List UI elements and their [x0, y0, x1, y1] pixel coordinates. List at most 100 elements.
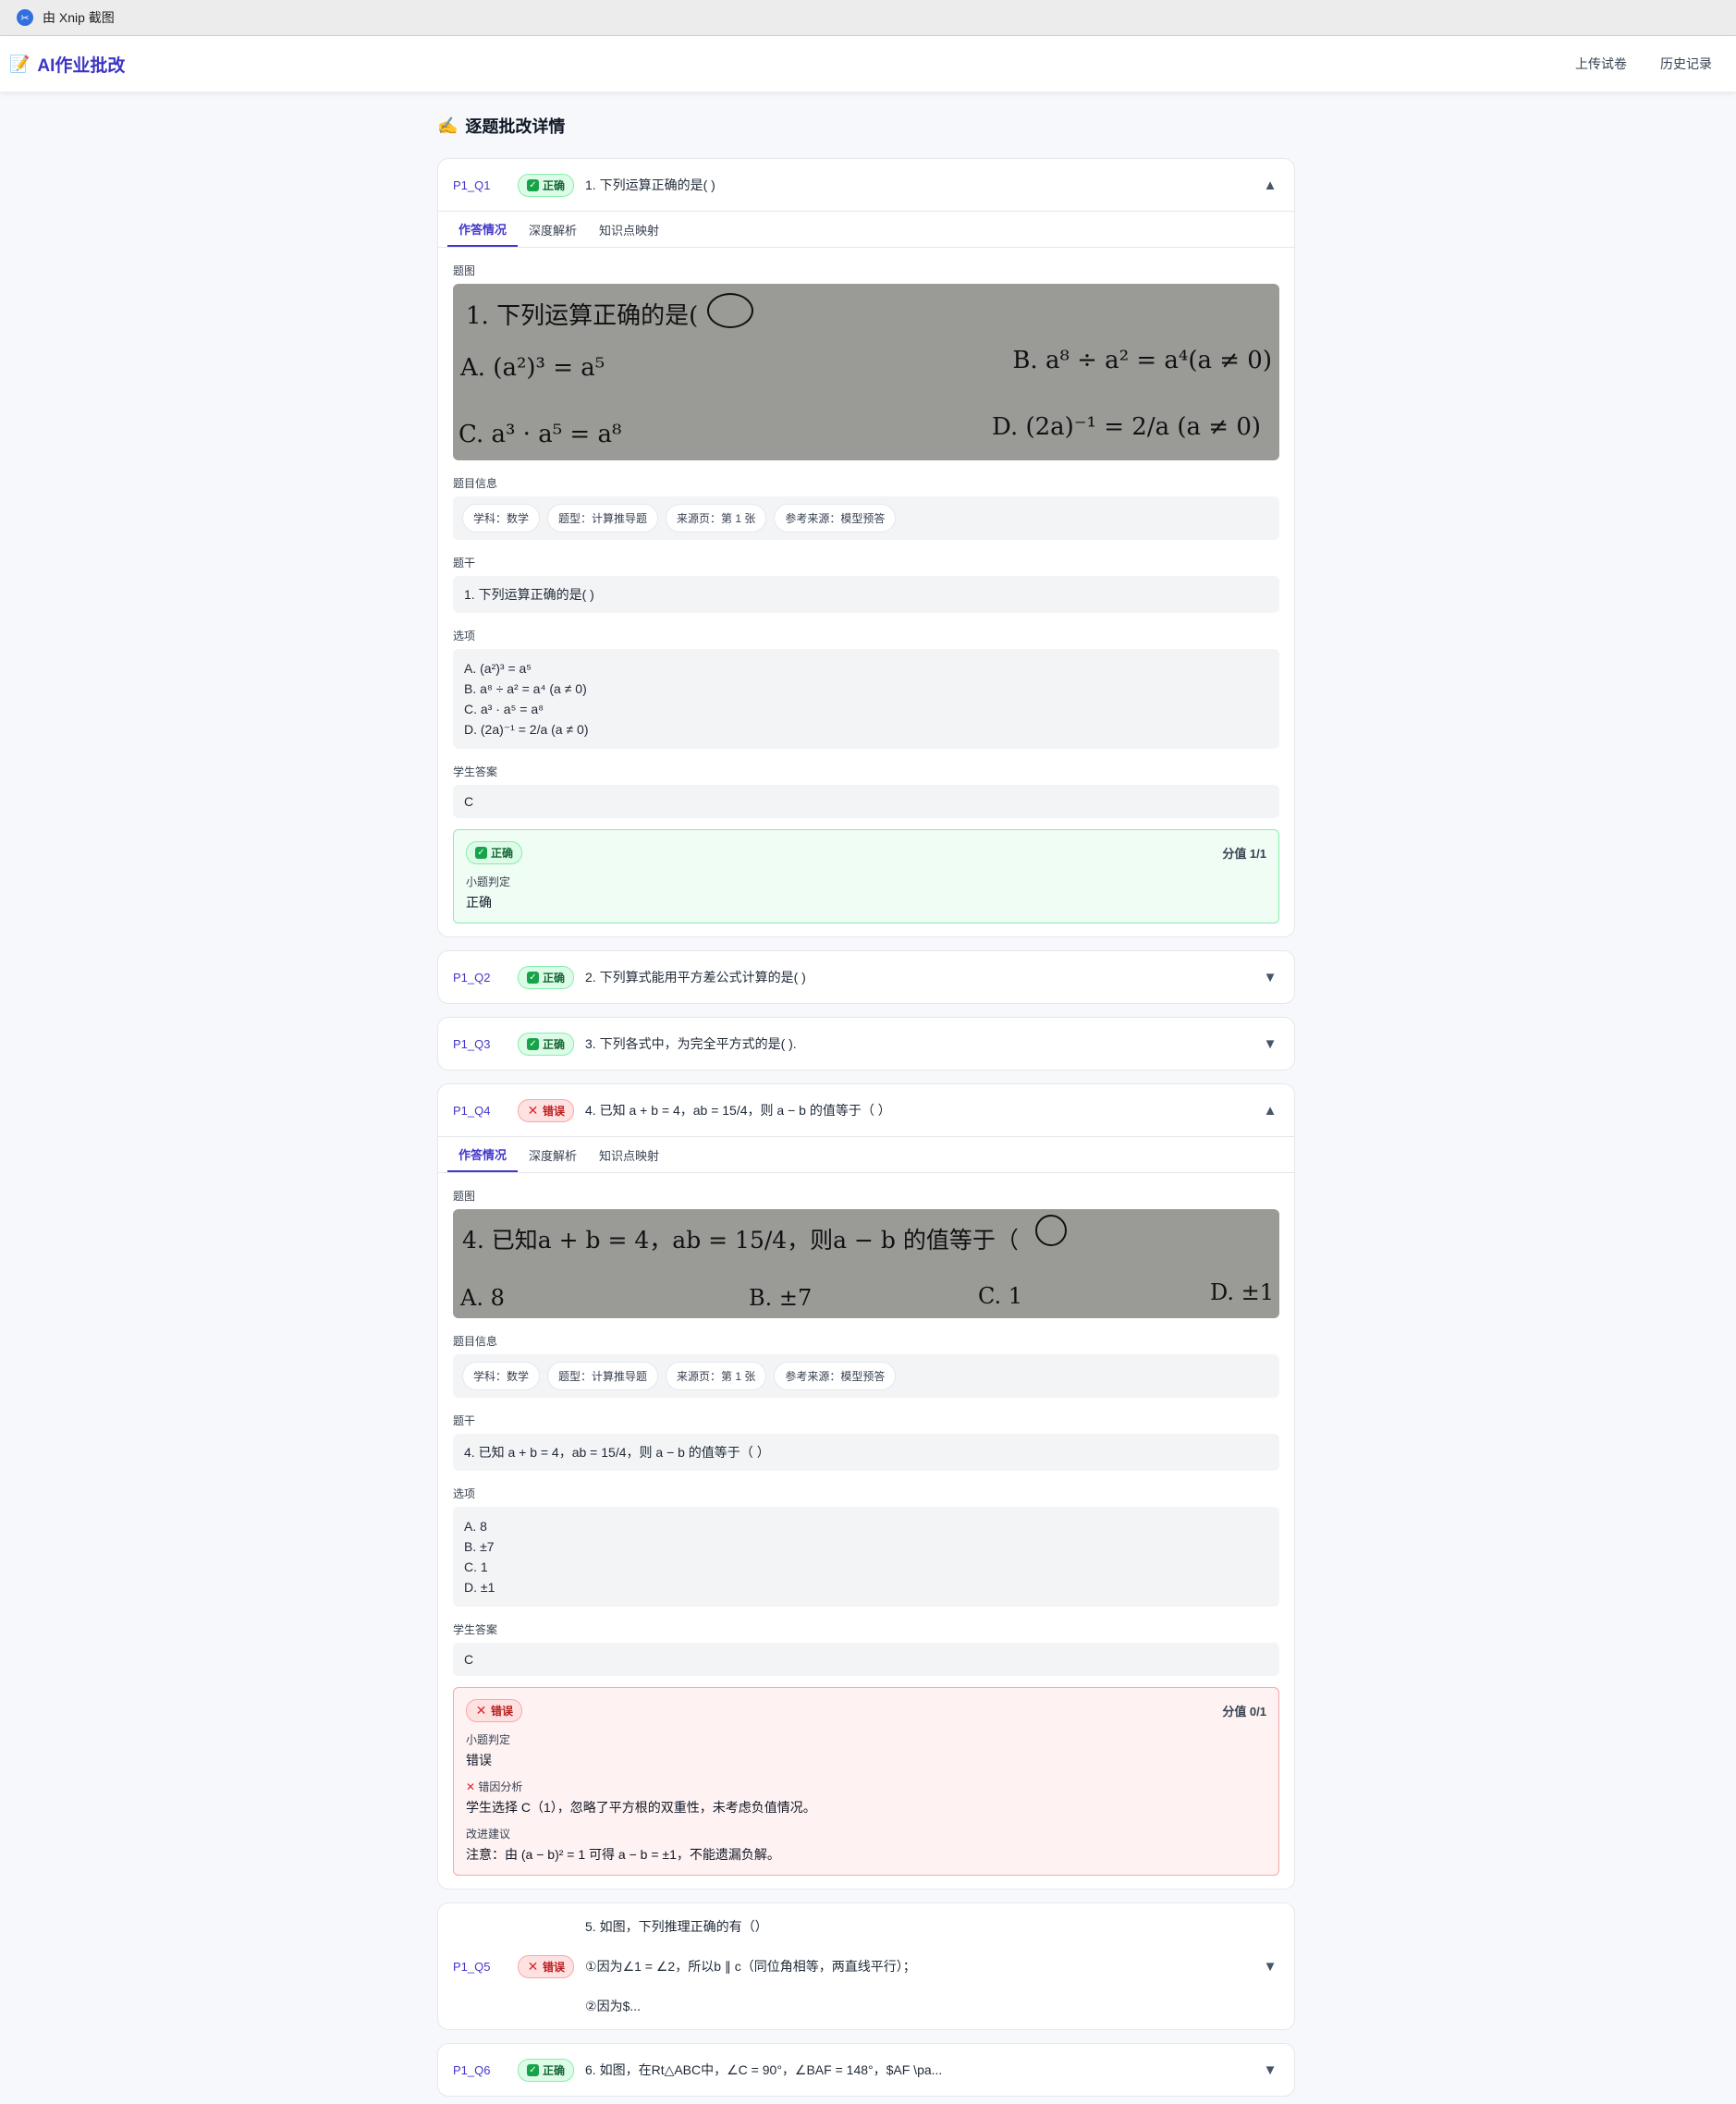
cross-icon: ✕	[527, 1102, 539, 1118]
info-source: 参考来源：模型预答	[774, 504, 897, 532]
question-stem: 1. 下列运算正确的是( )	[453, 576, 1279, 613]
status-badge: ✕ 错误	[518, 1098, 575, 1122]
question-info: 学科：数学 题型：计算推导题 来源页：第 1 张 参考来源：模型预答	[453, 496, 1279, 540]
tab-answer[interactable]: 作答情况	[447, 212, 519, 247]
scan-option-d: D. ±1	[1209, 1279, 1274, 1305]
status-badge: ✓ 正确	[518, 965, 575, 989]
info-subject: 学科：数学	[462, 504, 541, 532]
question-header[interactable]: P1_Q4 ✕ 错误 4. 已知 a + b = 4，ab = 15/4，则 a …	[438, 1084, 1294, 1136]
cross-icon: ✕	[475, 1703, 487, 1718]
nav-upload-link[interactable]: 上传试卷	[1575, 55, 1627, 73]
collapse-icon[interactable]: ▲	[1261, 177, 1279, 193]
expand-icon[interactable]: ▼	[1261, 970, 1279, 985]
scan-option-a: A. (a²)³ = a⁵	[460, 354, 605, 382]
answer-label: 学生答案	[453, 1623, 498, 1636]
scan-option-c: C. 1	[978, 1283, 1023, 1309]
check-icon: ✓	[527, 178, 539, 191]
question-image: 1. 下列运算正确的是( A. (a²)³ = a⁵ B. a⁸ ÷ a² = …	[453, 284, 1279, 460]
top-navbar: 📝 AI作业批改 上传试卷 历史记录	[0, 36, 1736, 92]
check-icon: ✓	[527, 2063, 539, 2076]
score: 分值 1/1	[1222, 847, 1266, 861]
tab-knowledge[interactable]: 知识点映射	[588, 212, 670, 247]
memo-icon: 📝	[9, 54, 31, 73]
question-card-q1: P1_Q1 ✓ 正确 1. 下列运算正确的是( ) ▲ 作答情况 深度解析 知识点…	[437, 158, 1295, 937]
scan-option-d: D. (2a)⁻¹ = 2/a (a ≠ 0)	[992, 413, 1261, 441]
option-a: A. (a²)³ = a⁵	[464, 661, 532, 676]
question-card-q6: P1_Q6 ✓ 正确 6. 如图，在Rt△ABC中，∠C = 90°，∠BAF =…	[437, 2043, 1295, 2097]
scan-option-a: A. 8	[460, 1285, 505, 1311]
option-c: C. a³ · a⁵ = a⁸	[464, 702, 544, 716]
status-badge-label: 正确	[543, 1037, 566, 1051]
tab-analysis[interactable]: 深度解析	[518, 1137, 588, 1172]
status-badge-label: 错误	[543, 1104, 566, 1118]
question-header[interactable]: P1_Q6 ✓ 正确 6. 如图，在Rt△ABC中，∠C = 90°，∠BAF =…	[438, 2044, 1294, 2096]
image-label: 题图	[453, 264, 476, 277]
error-analysis-value: 学生选择 C（1），忽略了平方根的双重性，未考虑负值情况。	[466, 1800, 816, 1815]
tab-analysis[interactable]: 深度解析	[518, 212, 588, 247]
nav-history-link[interactable]: 历史记录	[1660, 55, 1712, 73]
scan-option-b: B. ±7	[749, 1285, 813, 1311]
image-label: 题图	[453, 1190, 476, 1203]
xnip-title: 由 Xnip 截图	[43, 10, 115, 25]
answer-label: 学生答案	[453, 765, 498, 778]
judgement-value: 错误	[466, 1753, 492, 1768]
scan-option-b: B. a⁸ ÷ a² = a⁴(a ≠ 0)	[1012, 347, 1272, 374]
judgement-label: 小题判定	[466, 1733, 511, 1746]
scan-option-c: C. a³ · a⁵ = a⁸	[458, 421, 622, 448]
options-box: A. 8 B. ±7 C. 1 D. ±1	[453, 1507, 1279, 1607]
result-box: ✓ 正确 分值 1/1 小题判定 正确	[453, 829, 1279, 924]
brand-title: AI作业批改	[37, 55, 126, 76]
question-card-q3: P1_Q3 ✓ 正确 3. 下列各式中，为完全平方式的是( ). ▼	[437, 1017, 1295, 1070]
question-header[interactable]: P1_Q3 ✓ 正确 3. 下列各式中，为完全平方式的是( ). ▼	[438, 1018, 1294, 1070]
suggestion-value: 注意：由 (a − b)² = 1 可得 a − b = ±1，不能遗漏负解。	[466, 1847, 780, 1862]
status-badge: ✓ 正确	[518, 173, 575, 197]
question-title-line: ②因为$...	[585, 1998, 642, 2013]
question-info: 学科：数学 题型：计算推导题 来源页：第 1 张 参考来源：模型预答	[453, 1354, 1279, 1398]
scan-handwriting-mark	[707, 293, 753, 328]
question-title: 4. 已知 a + b = 4，ab = 15/4，则 a − b 的值等于（ …	[585, 1103, 891, 1118]
question-header[interactable]: P1_Q2 ✓ 正确 2. 下列算式能用平方差公式计算的是( ) ▼	[438, 951, 1294, 1003]
check-icon: ✓	[527, 971, 539, 984]
student-answer: C	[453, 1643, 1279, 1676]
option-b: B. ±7	[464, 1539, 495, 1554]
options-box: A. (a²)³ = a⁵ B. a⁸ ÷ a² = a⁴ (a ≠ 0) C.…	[453, 649, 1279, 749]
result-badge: ✓ 正确	[466, 841, 523, 864]
option-b: B. a⁸ ÷ a² = a⁴ (a ≠ 0)	[464, 681, 587, 696]
info-source: 参考来源：模型预答	[774, 1362, 897, 1390]
main-content: ✍️ 逐题批改详情 P1_Q1 ✓ 正确 1. 下列运算正确的是( ) ▲ 作答情…	[437, 106, 1295, 2097]
xnip-titlebar: ✂ 由 Xnip 截图	[0, 0, 1736, 36]
writing-hand-icon: ✍️	[437, 116, 458, 135]
question-title: 2. 下列算式能用平方差公式计算的是( )	[585, 970, 806, 985]
question-title: 1. 下列运算正确的是( )	[585, 177, 715, 192]
expand-icon[interactable]: ▼	[1261, 2062, 1279, 2078]
question-header[interactable]: P1_Q1 ✓ 正确 1. 下列运算正确的是( ) ▲	[438, 159, 1294, 211]
question-title: 5. 如图，下列推理正确的有（） ①因为∠1 = ∠2，所以b ∥ c（同位角相…	[585, 1907, 1261, 2026]
question-tabs: 作答情况 深度解析 知识点映射	[438, 1136, 1294, 1173]
tab-answer[interactable]: 作答情况	[447, 1137, 519, 1172]
status-badge-label: 正确	[543, 2063, 566, 2077]
question-header[interactable]: P1_Q5 ✕ 错误 5. 如图，下列推理正确的有（） ①因为∠1 = ∠2，所以…	[438, 1903, 1294, 2029]
info-subject: 学科：数学	[462, 1362, 541, 1390]
check-icon: ✓	[527, 1037, 539, 1050]
status-badge: ✓ 正确	[518, 2058, 575, 2082]
stem-label: 题干	[453, 1414, 476, 1427]
score: 分值 0/1	[1222, 1705, 1266, 1719]
stem-label: 题干	[453, 557, 476, 569]
status-badge: ✓ 正确	[518, 1032, 575, 1056]
judgement-value: 正确	[466, 895, 492, 910]
info-page: 来源页：第 1 张	[666, 504, 767, 532]
collapse-icon[interactable]: ▲	[1261, 1103, 1279, 1119]
expand-icon[interactable]: ▼	[1261, 1959, 1279, 1975]
info-page: 来源页：第 1 张	[666, 1362, 767, 1390]
expand-icon[interactable]: ▼	[1261, 1036, 1279, 1052]
info-label: 题目信息	[453, 1335, 498, 1348]
suggestion-label: 改进建议	[466, 1828, 511, 1841]
judgement-label: 小题判定	[466, 875, 511, 888]
info-type: 题型：计算推导题	[547, 504, 659, 532]
tab-knowledge[interactable]: 知识点映射	[588, 1137, 670, 1172]
brand[interactable]: 📝 AI作业批改	[9, 52, 125, 77]
question-id: P1_Q1	[453, 177, 491, 192]
error-analysis-label: ✕ 错因分析	[466, 1779, 1266, 1794]
question-title-line: 5. 如图，下列推理正确的有（）	[585, 1918, 768, 1934]
options-label: 选项	[453, 1487, 476, 1500]
